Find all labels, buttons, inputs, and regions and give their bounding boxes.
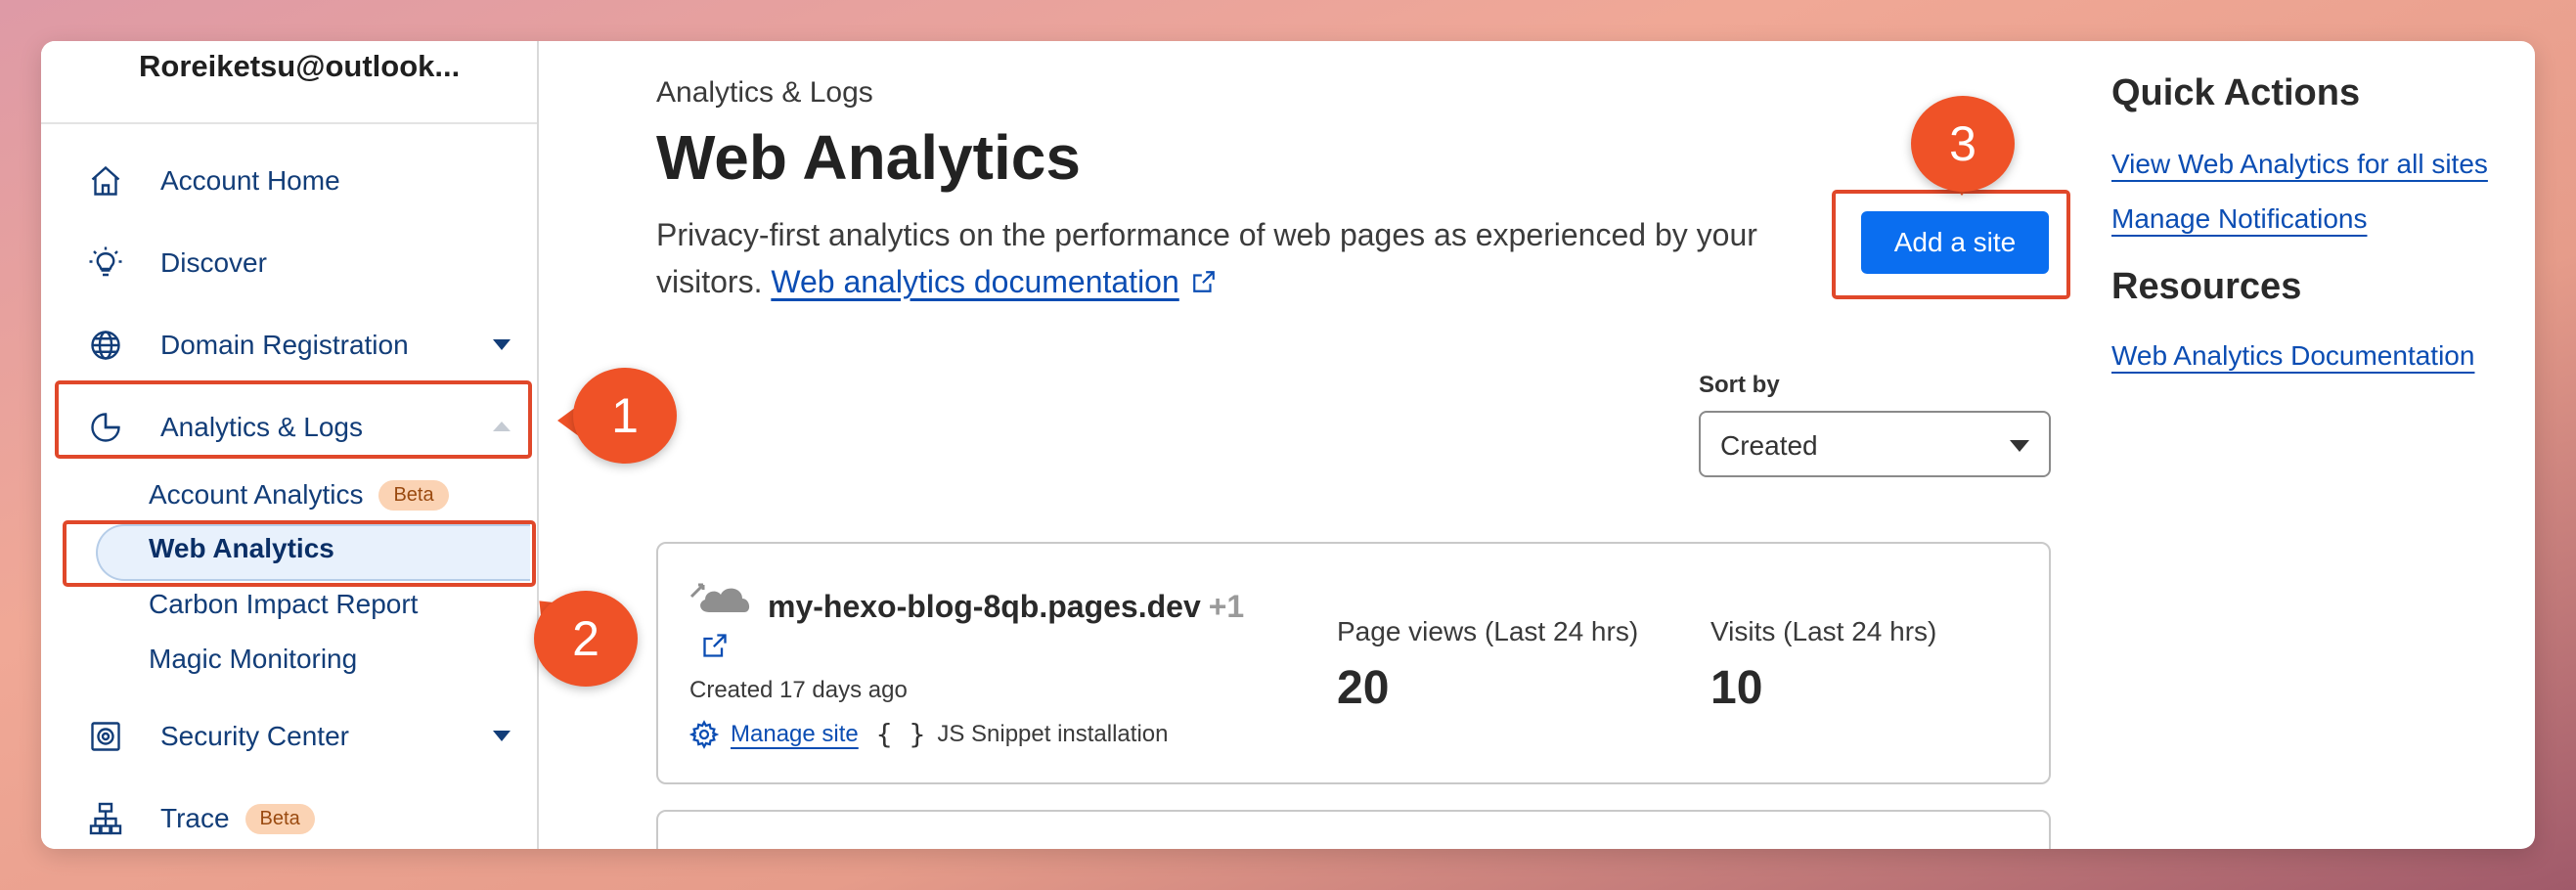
globe-icon	[86, 326, 125, 365]
beta-badge: Beta	[244, 803, 315, 834]
shield-target-icon	[86, 717, 125, 756]
sidebar-item-discover[interactable]: Discover	[70, 234, 530, 292]
site-card	[656, 810, 2051, 849]
main-content: Analytics & Logs Web Analytics Privacy-f…	[539, 41, 2535, 849]
site-created: Created 17 days ago	[689, 677, 908, 703]
sidebar-item-label: Trace	[160, 803, 230, 833]
sort-select[interactable]: Created	[1699, 411, 2051, 477]
sidebar-item-label: Account Home	[160, 165, 340, 196]
resources-title: Resources	[2111, 266, 2302, 307]
page-views-value: 20	[1337, 662, 1390, 714]
page-title: Web Analytics	[656, 122, 1081, 193]
manage-notifications-link[interactable]: Manage Notifications	[2111, 203, 2367, 235]
page-description: Privacy-first analytics on the performan…	[656, 211, 1761, 305]
sidebar-subitem-label: Magic Monitoring	[149, 644, 358, 674]
external-link-icon[interactable]	[1191, 269, 1217, 294]
site-domain: my-hexo-blog-8qb.pages.dev	[768, 589, 1201, 624]
documentation-link[interactable]: Web analytics documentation	[771, 264, 1178, 299]
sidebar-subitem-magic-monitoring[interactable]: Magic Monitoring	[149, 644, 357, 675]
sidebar-item-label: Domain Registration	[160, 330, 409, 360]
app-window: Roreiketsu@outlook... Account Home Disco…	[41, 41, 2535, 849]
js-snippet-link[interactable]: JS Snippet installation	[937, 721, 1168, 748]
external-link-icon[interactable]	[701, 632, 729, 659]
view-all-sites-link[interactable]: View Web Analytics for all sites	[2111, 149, 2488, 180]
manage-site-link[interactable]: Manage site	[731, 721, 859, 748]
sidebar-subitem-account-analytics[interactable]: Account Analytics Beta	[149, 479, 449, 511]
gear-icon	[689, 719, 719, 749]
site-name[interactable]: my-hexo-blog-8qb.pages.dev +1	[768, 589, 1244, 625]
highlight-web-analytics	[63, 520, 536, 587]
beta-badge: Beta	[378, 479, 449, 511]
page-views-label: Page views (Last 24 hrs)	[1337, 616, 1639, 646]
code-braces-icon: { }	[875, 718, 926, 750]
chevron-down-icon	[2010, 440, 2029, 452]
sidebar-subitem-label: Account Analytics	[149, 479, 364, 510]
chevron-down-icon[interactable]	[493, 339, 511, 350]
visits-value: 10	[1710, 662, 1763, 714]
sidebar-item-trace[interactable]: Trace Beta	[70, 789, 530, 848]
callout-2: 2	[534, 591, 638, 687]
site-extra-count: +1	[1208, 589, 1245, 624]
chevron-down-icon[interactable]	[493, 731, 511, 741]
site-actions: Manage site { } JS Snippet installation	[689, 718, 1168, 750]
callout-3: 3	[1911, 96, 2015, 192]
sidebar-item-domain-registration[interactable]: Domain Registration	[70, 316, 530, 375]
sidebar-item-label: Discover	[160, 247, 267, 278]
lightbulb-icon	[86, 244, 125, 283]
home-icon	[86, 161, 125, 200]
highlight-add-site	[1832, 190, 2070, 299]
sidebar: Roreiketsu@outlook... Account Home Disco…	[41, 41, 539, 849]
sidebar-divider	[41, 122, 537, 124]
cloud-pages-icon	[689, 583, 750, 612]
breadcrumb: Analytics & Logs	[656, 76, 873, 109]
site-card: my-hexo-blog-8qb.pages.dev +1 Created 17 …	[656, 542, 2051, 784]
quick-actions-title: Quick Actions	[2111, 72, 2361, 113]
web-analytics-documentation-link[interactable]: Web Analytics Documentation	[2111, 340, 2474, 372]
callout-1: 1	[573, 368, 677, 464]
visits-label: Visits (Last 24 hrs)	[1710, 616, 1937, 646]
sort-value: Created	[1720, 430, 1818, 461]
network-tree-icon	[86, 799, 125, 838]
highlight-analytics-logs	[55, 380, 532, 459]
sidebar-item-security-center[interactable]: Security Center	[70, 707, 530, 766]
account-name[interactable]: Roreiketsu@outlook...	[139, 49, 460, 84]
sidebar-item-account-home[interactable]: Account Home	[70, 152, 530, 210]
sidebar-subitem-carbon-impact-report[interactable]: Carbon Impact Report	[149, 589, 418, 620]
sidebar-item-label: Security Center	[160, 721, 349, 751]
sort-label: Sort by	[1699, 372, 1780, 398]
sidebar-subitem-label: Carbon Impact Report	[149, 589, 419, 619]
